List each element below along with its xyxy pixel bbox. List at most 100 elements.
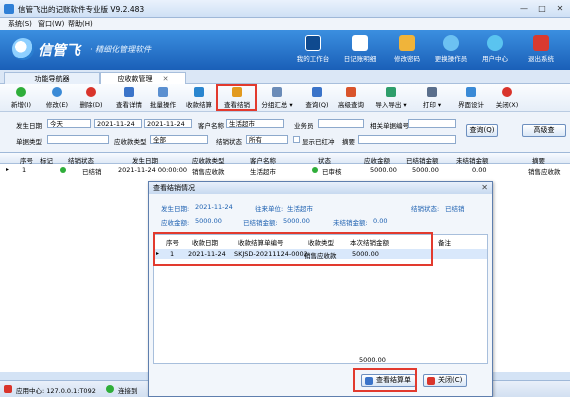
dialog-close-button[interactable]: 关闭(C) <box>423 374 468 387</box>
col-settle-status[interactable]: 结销状态 <box>68 155 94 165</box>
col-status[interactable]: 状态 <box>318 155 331 165</box>
nav-label: 我的工作台 <box>296 55 330 63</box>
settle-status-label: 结销状态 <box>216 138 242 146</box>
filter-panel: 发生日期 今天 2021-11-24 2021-11-24 客户名称 生活超市 … <box>0 112 570 152</box>
group-icon <box>272 87 282 97</box>
tab-label: 功能导航器 <box>34 75 70 83</box>
menu-help[interactable]: 帮助(H) <box>68 19 93 29</box>
customer-input[interactable]: 生活超市 <box>226 119 284 128</box>
query-label: 查询(Q) <box>305 101 329 109</box>
ui-design-label: 界面设计 <box>458 101 484 109</box>
tab-close-icon[interactable]: ✕ <box>163 75 169 83</box>
filter-advanced-button[interactable]: 高级查 <box>522 124 566 137</box>
settle-button[interactable]: 收款结算 <box>184 86 214 110</box>
col-date[interactable]: 发生日期 <box>132 155 158 165</box>
connection-icon <box>106 385 114 393</box>
col-unsettled[interactable]: 未结销金额 <box>456 155 489 165</box>
advanced-query-button[interactable]: 高级查询 <box>336 86 366 110</box>
user-icon <box>443 35 459 51</box>
col-flag[interactable]: 标记 <box>40 155 53 165</box>
group-summary-button[interactable]: 分组汇总 ▾ <box>260 86 294 110</box>
toolbar: 新增(I) 修改(E) 删除(D) 查看详情 批量操作 收款结算 查看结销 分组… <box>0 84 570 112</box>
dialog-close-icon[interactable]: ✕ <box>481 182 488 194</box>
tab-receivables[interactable]: 应收款管理 ✕ <box>100 72 186 84</box>
dialog-unsettled-label: 未结销金额: <box>333 219 368 227</box>
paytype-select[interactable]: 全部 <box>150 135 208 144</box>
window-close-button[interactable]: ✕ <box>552 2 568 15</box>
col-no[interactable]: 序号 <box>20 155 33 165</box>
query-icon <box>312 87 322 97</box>
add-button[interactable]: 新增(I) <box>8 86 34 110</box>
related-doc-input[interactable] <box>408 119 456 128</box>
window-titlebar: 信管飞出的记账软件专业版 V9.2.483 — □ ✕ <box>0 0 570 18</box>
cell-settle-status: 已结销 <box>82 168 102 176</box>
nav-user-center-button[interactable]: 用户中心 <box>472 33 518 69</box>
ui-design-button[interactable]: 界面设计 <box>456 86 486 110</box>
menu-window[interactable]: 窗口(W) <box>38 19 64 29</box>
highlight-settlement-rows <box>153 232 433 266</box>
add-icon <box>16 87 26 97</box>
import-export-button[interactable]: 导入导出 ▾ <box>374 86 408 110</box>
clerk-input[interactable] <box>318 119 364 128</box>
summary-input[interactable] <box>358 135 456 144</box>
edit-button[interactable]: 修改(E) <box>44 86 70 110</box>
col-type[interactable]: 应收款类型 <box>192 155 225 165</box>
related-doc-label: 相关单据编号 <box>370 122 409 130</box>
sub-col-memo[interactable]: 备注 <box>438 237 451 247</box>
nav-exit-button[interactable]: 退出系统 <box>518 33 564 69</box>
show-red-checkbox[interactable] <box>293 136 300 143</box>
tab-label: 应收款管理 <box>117 75 153 83</box>
col-amount[interactable]: 应收金额 <box>364 155 390 165</box>
cell-no: 1 <box>22 166 27 174</box>
close-icon <box>427 377 435 385</box>
show-red-label: 显示已红冲 <box>302 138 335 146</box>
design-icon <box>466 87 476 97</box>
highlight-view-settlement <box>216 84 257 111</box>
dialog-amount-value: 5000.00 <box>195 217 222 225</box>
settlement-dialog: 查看结销情况 ✕ 发生日期: 2021-11-24 往来单位: 生活超市 结销状… <box>148 181 493 397</box>
date-to-input[interactable]: 2021-11-24 <box>144 119 192 128</box>
nav-password-button[interactable]: 修改密码 <box>384 33 430 69</box>
toolbar-close-button[interactable]: 关闭(X) <box>494 86 520 110</box>
dialog-close-label: 关闭(C) <box>438 376 463 384</box>
import-export-label: 导入导出 ▾ <box>375 101 407 109</box>
app-banner: 信管飞 · 精细化管理软件 我的工作台 日记账明细 修改密码 更换操作员 用户中… <box>0 30 570 70</box>
date-from-input[interactable]: 2021-11-24 <box>94 119 142 128</box>
toolbar-close-label: 关闭(X) <box>495 101 519 109</box>
dialog-amount-label: 应收金额: <box>161 219 190 227</box>
query-button[interactable]: 查询(Q) <box>304 86 330 110</box>
power-icon <box>533 35 549 51</box>
col-memo[interactable]: 摘要 <box>532 155 545 165</box>
date-preset-select[interactable]: 今天 <box>47 119 91 128</box>
edit-label: 修改(E) <box>45 101 69 109</box>
maximize-button[interactable]: □ <box>534 2 550 15</box>
close-icon <box>502 87 512 97</box>
print-button[interactable]: 打印 ▾ <box>420 86 444 110</box>
cell-unsettled: 0.00 <box>472 166 487 174</box>
app-center-icon <box>4 385 12 393</box>
delete-button[interactable]: 删除(D) <box>78 86 104 110</box>
tab-navigator[interactable]: 功能导航器 <box>4 72 100 84</box>
col-customer[interactable]: 客户名称 <box>250 155 276 165</box>
filter-query-button[interactable]: 查询(Q) <box>466 124 498 137</box>
nav-journal-button[interactable]: 日记账明细 <box>337 33 383 69</box>
nav-switch-user-button[interactable]: 更换操作员 <box>428 33 474 69</box>
cell-type: 销售应收款 <box>192 168 225 176</box>
minimize-button[interactable]: — <box>516 2 532 15</box>
table-row[interactable]: ▸ 1 已结销 2021-11-24 00:00:00 销售应收款 生活超市 已… <box>0 165 570 176</box>
settle-label: 收款结算 <box>186 101 212 109</box>
batch-button[interactable]: 批量操作 <box>148 86 178 110</box>
tab-strip: 功能导航器 应收款管理 ✕ <box>0 70 570 84</box>
lock-icon <box>399 35 415 51</box>
doctype-select[interactable] <box>47 135 109 144</box>
approved-status-icon <box>312 167 318 173</box>
settle-status-select[interactable]: 所有 <box>246 135 288 144</box>
highlight-view-button <box>353 368 417 392</box>
col-settled[interactable]: 已结销金额 <box>406 155 439 165</box>
dialog-status-label: 结销状态: <box>411 205 440 213</box>
menu-system[interactable]: 系统(S) <box>8 19 32 29</box>
row-pointer-icon: ▸ <box>6 166 10 173</box>
paytype-label: 应收款类型 <box>114 138 147 146</box>
view-detail-button[interactable]: 查看详情 <box>114 86 144 110</box>
nav-workbench-button[interactable]: 我的工作台 <box>290 33 336 69</box>
